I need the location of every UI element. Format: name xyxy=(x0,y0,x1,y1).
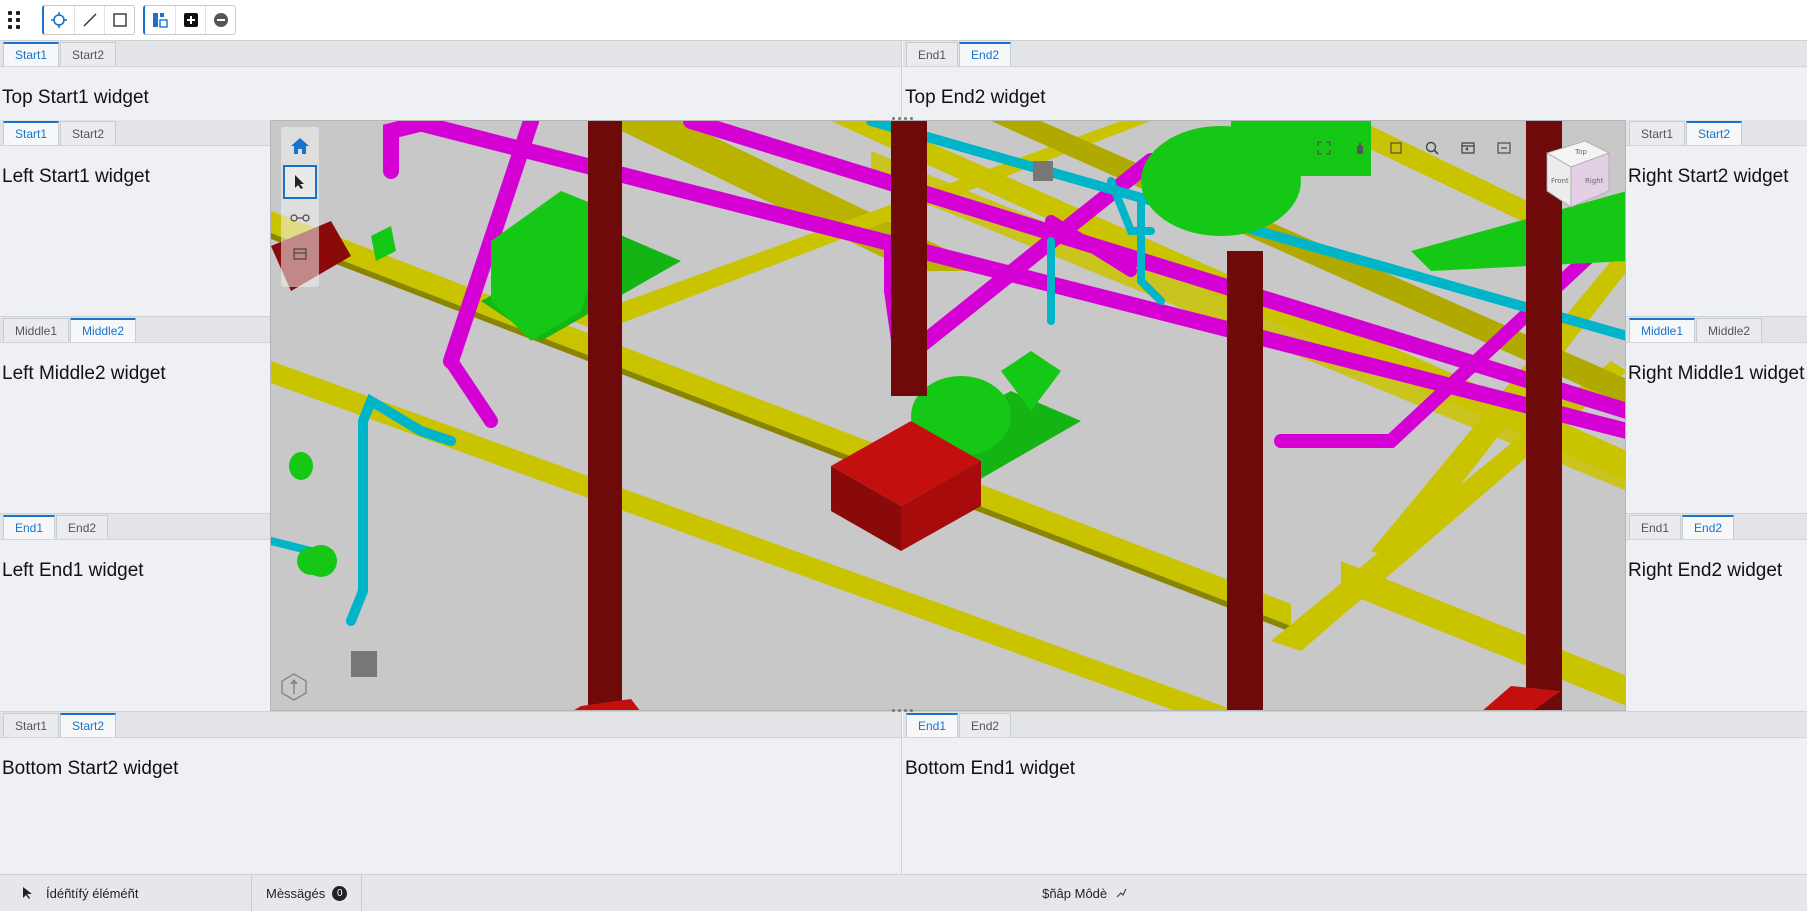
bottom-start-panel: Start1 Start2 Bottom Start2 widget xyxy=(0,711,902,874)
top-end-panel: End1 End2 Top End2 widget xyxy=(903,41,1807,120)
fit-icon[interactable] xyxy=(1313,139,1335,157)
right-end-panel: End1 End2 Right End2 widget xyxy=(1626,514,1807,711)
frame-icon[interactable] xyxy=(1385,139,1407,157)
left-middle-tabbar: Middle1 Middle2 xyxy=(0,317,270,343)
tab-top-start2[interactable]: Start2 xyxy=(60,42,117,66)
top-start-tabbar: Start1 Start2 xyxy=(0,41,901,67)
select-arrow-icon[interactable] xyxy=(283,165,317,199)
left-start-tabbar: Start1 Start2 xyxy=(0,120,270,146)
cube-face-right: Right xyxy=(1585,177,1604,185)
tool-status[interactable]: Ídéñtífý éléméñt xyxy=(0,875,252,911)
tab-top-end2[interactable]: End2 xyxy=(959,42,1012,66)
top-start-widget-text: Top Start1 widget xyxy=(2,87,149,108)
top-start-panel: Start1 Start2 Top Start1 widget xyxy=(0,41,902,120)
3d-viewport[interactable]: Top Front Right xyxy=(270,120,1626,711)
tab-right-end2[interactable]: End2 xyxy=(1682,515,1735,539)
draw-tool-group xyxy=(42,5,135,35)
layout-tool-icon[interactable] xyxy=(145,6,175,34)
tab-bottom-end2[interactable]: End2 xyxy=(959,713,1012,737)
layout-tool-group xyxy=(143,5,236,35)
view-cube[interactable]: Top Front Right xyxy=(1535,131,1611,217)
left-start-panel: Start1 Start2 Left Start1 widget xyxy=(0,120,270,317)
grip-icon[interactable] xyxy=(8,10,28,30)
right-middle-tabbar: Middle1 Middle2 xyxy=(1626,317,1807,343)
cube-face-top: Top xyxy=(1574,148,1587,156)
plant-model-scene[interactable] xyxy=(271,121,1626,711)
grey-block xyxy=(351,651,377,677)
tab-left-end2[interactable]: End2 xyxy=(56,515,109,539)
viewport-toolbar xyxy=(1313,139,1515,157)
messages-count-badge: 0 xyxy=(332,885,348,901)
right-start-panel: Start1 Start2 Right Start2 widget xyxy=(1626,120,1807,317)
right-middle-panel: Middle1 Middle2 Right Middle1 widget xyxy=(1626,317,1807,514)
tab-left-start1[interactable]: Start1 xyxy=(3,121,60,145)
bottom-end-widget-text: Bottom End1 widget xyxy=(905,758,1076,779)
tab-right-end1[interactable]: End1 xyxy=(1629,515,1682,539)
section-box-icon[interactable] xyxy=(283,237,317,271)
app-window: Start1 Start2 Top Start1 widget End1 End… xyxy=(0,0,1807,911)
compass-icon[interactable] xyxy=(279,672,309,702)
left-middle-panel: Middle1 Middle2 Left Middle2 widget xyxy=(0,317,270,514)
toolbar xyxy=(0,0,1807,41)
tab-bottom-end1[interactable]: End1 xyxy=(906,713,959,737)
right-start-tabbar: Start1 Start2 xyxy=(1626,120,1807,146)
left-middle-widget-text: Left Middle2 widget xyxy=(2,363,166,384)
add-icon[interactable] xyxy=(175,6,205,34)
left-end-widget-text: Left End1 widget xyxy=(2,560,144,581)
left-end-tabbar: End1 End2 xyxy=(0,514,270,540)
status-bar: Ídéñtífý éléméñt Mèssägés 0 $ñâp Môdè xyxy=(0,874,1807,911)
top-end-widget-text: Top End2 widget xyxy=(905,87,1046,108)
window-icon[interactable] xyxy=(1457,139,1479,157)
bottom-start-tabbar: Start1 Start2 xyxy=(0,712,901,738)
tab-left-start2[interactable]: Start2 xyxy=(60,121,117,145)
grey-block xyxy=(1033,161,1053,181)
collapse-icon[interactable] xyxy=(1493,139,1515,157)
tab-left-end1[interactable]: End1 xyxy=(3,515,56,539)
snap-icon xyxy=(1116,888,1127,898)
snap-mode[interactable]: $ñâp Môdè xyxy=(362,886,1807,901)
bottom-end-panel: End1 End2 Bottom End1 widget xyxy=(903,711,1807,874)
messages-label: Mèssägés xyxy=(266,885,326,901)
tool-status-label: Ídéñtífý éléméñt xyxy=(46,885,139,901)
left-start-widget-text: Left Start1 widget xyxy=(2,166,150,187)
top-splitter-handle[interactable] xyxy=(892,117,913,120)
tab-right-middle1[interactable]: Middle1 xyxy=(1629,318,1696,342)
bottom-splitter-handle[interactable] xyxy=(892,709,913,712)
navigation-strip xyxy=(281,127,319,287)
bottom-start-widget-text: Bottom Start2 widget xyxy=(2,758,179,779)
tab-right-start2[interactable]: Start2 xyxy=(1686,121,1743,145)
rectangle-tool-icon[interactable] xyxy=(104,6,134,34)
select-tool-icon[interactable] xyxy=(44,6,74,34)
top-end-tabbar: End1 End2 xyxy=(903,41,1807,67)
tab-right-start1[interactable]: Start1 xyxy=(1629,121,1686,145)
tab-left-middle1[interactable]: Middle1 xyxy=(3,318,70,342)
right-end-widget-text: Right End2 widget xyxy=(1628,560,1783,581)
cube-face-front: Front xyxy=(1551,177,1569,185)
messages-button[interactable]: Mèssägés 0 xyxy=(252,875,363,911)
remove-icon[interactable] xyxy=(205,6,235,34)
tab-top-start1[interactable]: Start1 xyxy=(3,42,60,66)
tab-bottom-start1[interactable]: Start1 xyxy=(3,713,60,737)
right-start-widget-text: Right Start2 widget xyxy=(1628,166,1789,187)
cursor-icon xyxy=(23,887,32,899)
tab-left-middle2[interactable]: Middle2 xyxy=(70,318,137,342)
walk-icon[interactable] xyxy=(283,201,317,235)
snap-mode-label: $ñâp Môdè xyxy=(1042,885,1108,901)
bottom-end-tabbar: End1 End2 xyxy=(903,712,1807,738)
left-end-panel: End1 End2 Left End1 widget xyxy=(0,514,270,711)
tab-right-middle2[interactable]: Middle2 xyxy=(1696,318,1763,342)
right-end-tabbar: End1 End2 xyxy=(1626,514,1807,540)
pan-icon[interactable] xyxy=(1349,139,1371,157)
tab-bottom-start2[interactable]: Start2 xyxy=(60,713,117,737)
home-icon[interactable] xyxy=(283,129,317,163)
zoom-icon[interactable] xyxy=(1421,139,1443,157)
line-tool-icon[interactable] xyxy=(74,6,104,34)
right-middle-widget-text: Right Middle1 widget xyxy=(1628,363,1805,384)
tab-top-end1[interactable]: End1 xyxy=(906,42,959,66)
